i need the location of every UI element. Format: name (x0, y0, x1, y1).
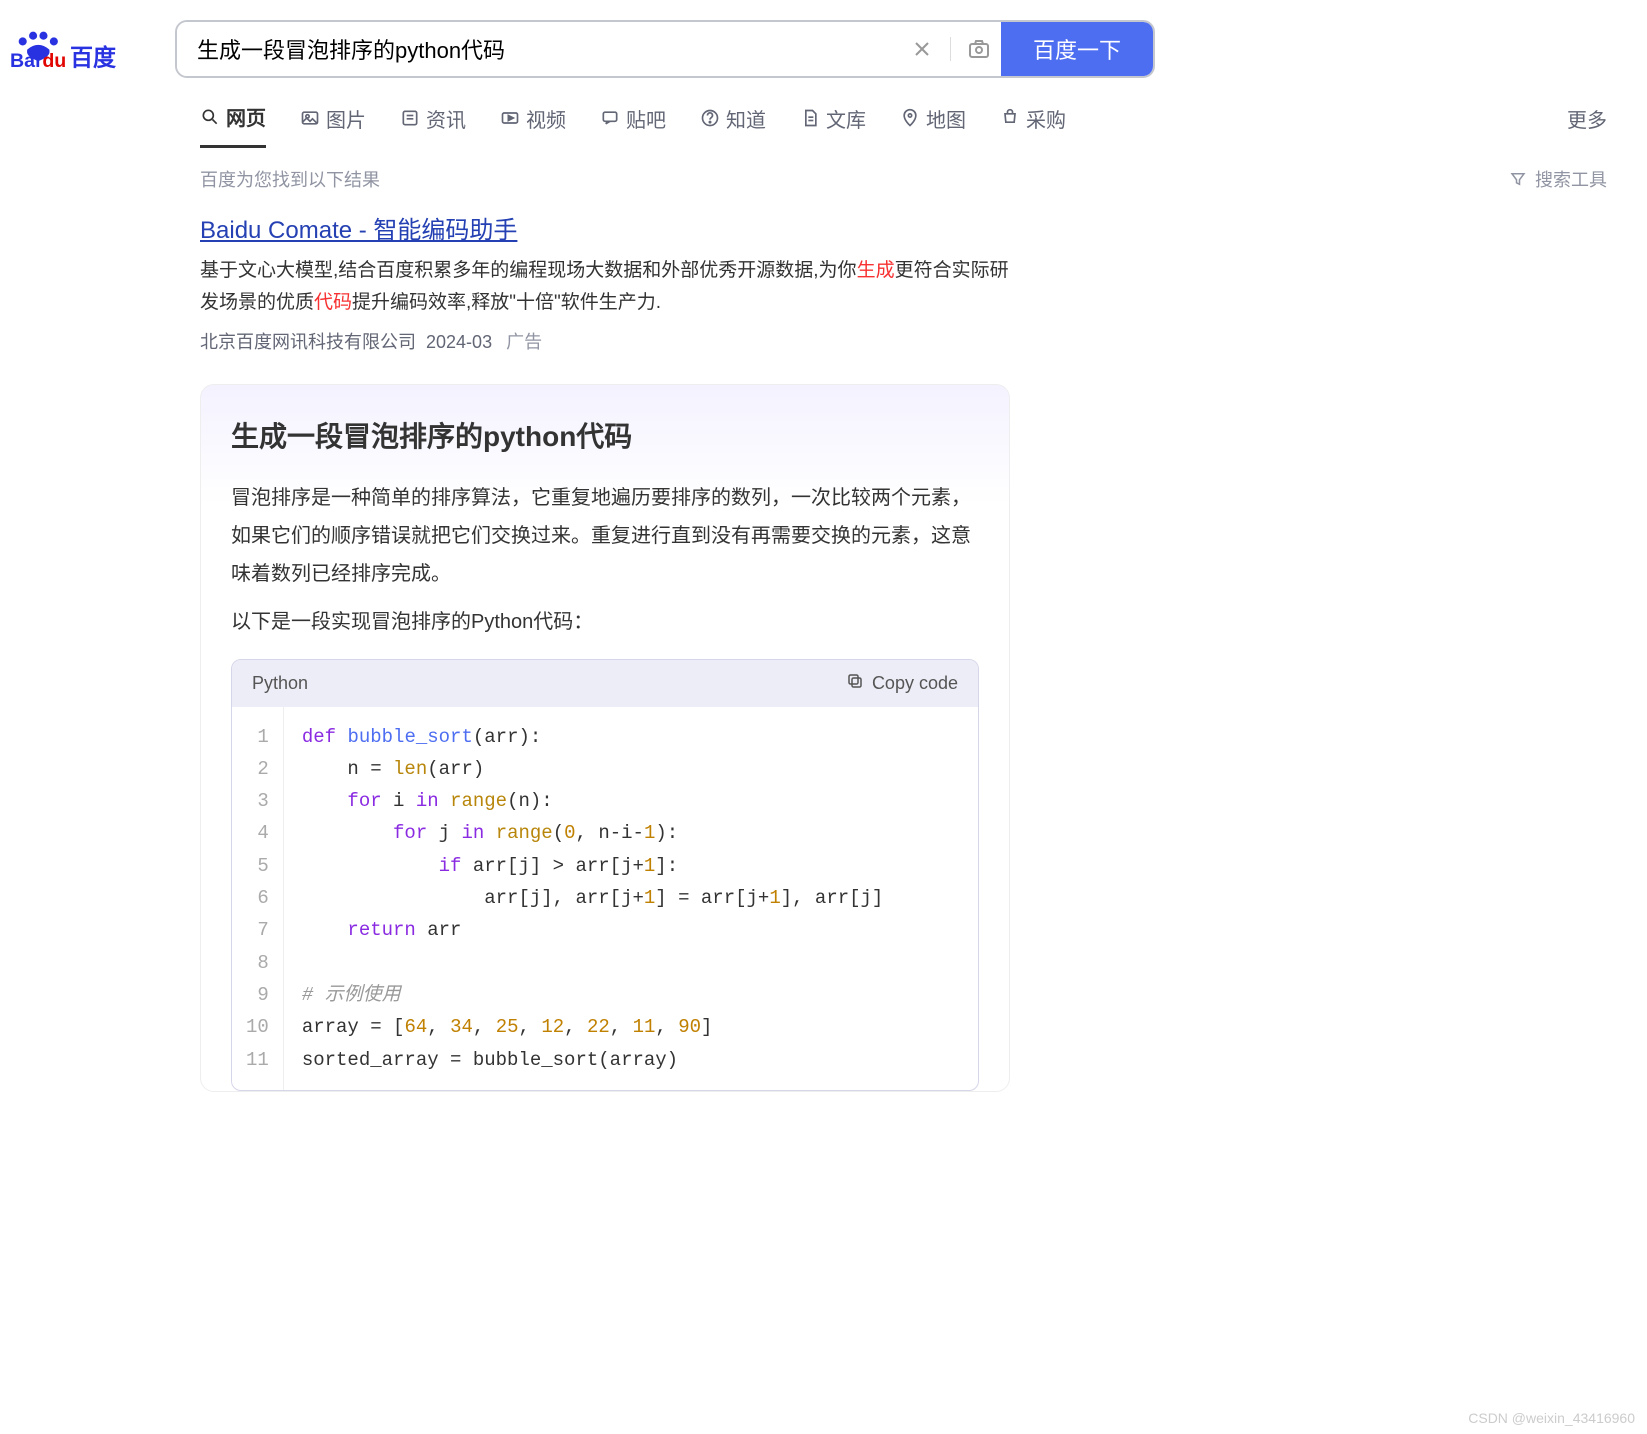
tab-label: 资讯 (426, 104, 466, 133)
search-icon (200, 107, 220, 127)
tab-tieba[interactable]: 贴吧 (600, 104, 666, 147)
baidu-logo[interactable]: Bai du 百度 (10, 23, 160, 74)
divider (950, 37, 951, 61)
tieba-icon (600, 108, 620, 128)
code-line: if arr[j] > arr[j+1]: (302, 850, 960, 882)
search-input[interactable] (177, 22, 900, 76)
camera-icon[interactable] (967, 37, 991, 61)
tab-question[interactable]: 知道 (700, 104, 766, 147)
content: Baidu Comate - 智能编码助手 基于文心大模型,结合百度积累多年的编… (0, 210, 1050, 1092)
cart-icon (1000, 108, 1020, 128)
tab-label: 知道 (726, 104, 766, 133)
ad-description: 基于文心大模型,结合百度积累多年的编程现场大数据和外部优秀开源数据,为你生成更符… (200, 255, 1010, 320)
image-icon (300, 108, 320, 128)
tab-label: 文库 (826, 104, 866, 133)
line-numbers: 1234567891011 (232, 707, 284, 1090)
svg-text:百度: 百度 (70, 45, 117, 69)
tab-more[interactable]: 更多 (1567, 104, 1607, 147)
meta-row: 百度为您找到以下结果 搜索工具 (0, 148, 1647, 210)
ad-result: Baidu Comate - 智能编码助手 基于文心大模型,结合百度积累多年的编… (200, 210, 1010, 354)
answer-title: 生成一段冒泡排序的python代码 (231, 415, 979, 455)
svg-text:du: du (42, 50, 66, 69)
answer-card: 生成一段冒泡排序的python代码 冒泡排序是一种简单的排序算法，它重复地遍历要… (200, 384, 1010, 1092)
tab-label: 视频 (526, 104, 566, 133)
code-line: # 示例使用 (302, 979, 960, 1011)
answer-paragraph: 冒泡排序是一种简单的排序算法，它重复地遍历要排序的数列，一次比较两个元素，如果它… (231, 479, 979, 593)
code-lang-label: Python (252, 673, 308, 694)
tab-doc[interactable]: 文库 (800, 104, 866, 147)
ad-title-link[interactable]: Baidu Comate - 智能编码助手 (200, 210, 517, 245)
code-line: def bubble_sort(arr): (302, 721, 960, 753)
copy-icon (846, 672, 864, 695)
code-header: Python Copy code (232, 660, 978, 707)
tab-label: 贴吧 (626, 104, 666, 133)
search-tools-button[interactable]: 搜索工具 (1509, 166, 1607, 192)
tab-news[interactable]: 资讯 (400, 104, 466, 147)
answer-paragraph: 以下是一段实现冒泡排序的Python代码： (231, 603, 979, 641)
tab-image[interactable]: 图片 (300, 104, 366, 147)
news-icon (400, 108, 420, 128)
code-body: 1234567891011 def bubble_sort(arr): n = … (232, 707, 978, 1090)
search-button[interactable]: 百度一下 (1001, 22, 1153, 76)
map-icon (900, 108, 920, 128)
tab-search[interactable]: 网页 (200, 102, 266, 148)
copy-code-label: Copy code (872, 673, 958, 694)
watermark: CSDN @weixin_43416960 (1468, 1410, 1635, 1426)
tab-label: 网页 (226, 102, 266, 131)
search-bar: 百度一下 (175, 20, 1155, 78)
code-line: n = len(arr) (302, 753, 960, 785)
tab-cart[interactable]: 采购 (1000, 104, 1066, 147)
code-line: array = [64, 34, 25, 12, 22, 11, 90] (302, 1011, 960, 1043)
ad-meta: 北京百度网讯科技有限公司 2024-03广告 (200, 328, 1010, 354)
code-lines: def bubble_sort(arr): n = len(arr) for i… (284, 707, 978, 1090)
tab-label: 地图 (926, 104, 966, 133)
code-line: for i in range(n): (302, 785, 960, 817)
tabs: 网页 图片 资讯 视频 贴吧 知道 文库 地图 采购 更多 (0, 88, 1647, 148)
clear-icon[interactable] (910, 37, 934, 61)
tab-video[interactable]: 视频 (500, 104, 566, 147)
code-line: sorted_array = bubble_sort(array) (302, 1044, 960, 1076)
filter-icon (1509, 169, 1529, 189)
svg-text:Bai: Bai (10, 50, 41, 69)
search-tools-label: 搜索工具 (1535, 166, 1607, 192)
question-icon (700, 108, 720, 128)
code-line (302, 947, 960, 979)
tab-map[interactable]: 地图 (900, 104, 966, 147)
video-icon (500, 108, 520, 128)
tab-label: 图片 (326, 104, 366, 133)
copy-code-button[interactable]: Copy code (846, 672, 958, 695)
tab-label: 采购 (1026, 104, 1066, 133)
header: Bai du 百度 百度一下 (0, 0, 1647, 88)
code-block: Python Copy code 1234567891011 def bubbl… (231, 659, 979, 1091)
result-hint: 百度为您找到以下结果 (200, 166, 380, 192)
code-line: return arr (302, 914, 960, 946)
code-line: for j in range(0, n-i-1): (302, 817, 960, 849)
code-line: arr[j], arr[j+1] = arr[j+1], arr[j] (302, 882, 960, 914)
doc-icon (800, 108, 820, 128)
